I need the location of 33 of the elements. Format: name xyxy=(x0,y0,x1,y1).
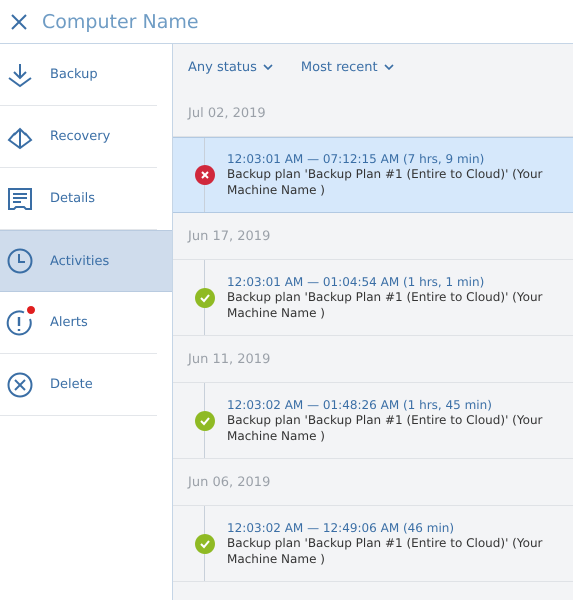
caret-icon xyxy=(262,64,273,70)
caret-icon xyxy=(384,64,394,70)
activity-time: 12:03:01 AM — 01:04:54 AM (1 hrs, 1 min) xyxy=(227,274,486,288)
sidebar-item[interactable]: Delete xyxy=(0,354,157,416)
date-header: Jun 17, 2019 xyxy=(173,213,573,260)
activity-row[interactable]: 12:03:02 AM — 01:48:26 AM (1 hrs, 45 min) Backup plan 'Backup Plan #1 (Entire to Cloud)' (Your Machine Name ) xyxy=(173,383,573,459)
activity-time: 12:03:02 AM — 01:48:26 AM (1 hrs, 45 min) xyxy=(227,398,493,412)
filter-dropdown[interactable]: Most recent xyxy=(300,60,394,74)
success-icon xyxy=(195,410,215,430)
sidebar-item[interactable]: Alerts xyxy=(0,292,157,354)
exclamation-icon xyxy=(6,308,34,336)
sidebar-item[interactable]: Activities xyxy=(0,230,172,292)
activity-row[interactable]: 12:03:01 AM — 07:12:15 AM (7 hrs, 9 min) Backup plan 'Backup Plan #1 (Entire to Cloud)' (Your Machine Name ) xyxy=(173,137,573,213)
success-icon xyxy=(195,534,215,554)
activity-row[interactable]: 12:03:01 AM — 01:04:54 AM (1 hrs, 1 min) Backup plan 'Backup Plan #1 (Entire to Cloud)' (Your Machine Name ) xyxy=(173,260,573,336)
activity-description: Backup plan 'Backup Plan #1 (Entire to Cloud)' (Your Machine Name ) xyxy=(227,166,544,198)
activity-description: Backup plan 'Backup Plan #1 (Entire to Cloud)' (Your Machine Name ) xyxy=(227,412,544,444)
activity-description: Backup plan 'Backup Plan #1 (Entire to Cloud)' (Your Machine Name ) xyxy=(227,534,544,566)
activity-description: Backup plan 'Backup Plan #1 (Entire to Cloud)' (Your Machine Name ) xyxy=(227,288,544,320)
clock-icon xyxy=(6,247,34,275)
date-header: Jun 06, 2019 xyxy=(173,459,573,506)
filter-dropdown[interactable]: Any status xyxy=(188,60,273,74)
close-circle-icon xyxy=(6,370,34,398)
sidebar-item[interactable]: Backup xyxy=(0,44,157,106)
activity-time: 12:03:01 AM — 07:12:15 AM (7 hrs, 9 min) xyxy=(227,152,486,166)
sidebar-item[interactable]: Recovery xyxy=(0,106,157,168)
success-icon xyxy=(195,288,215,308)
close-icon[interactable] xyxy=(10,12,28,30)
error-icon xyxy=(195,165,215,185)
date-header: Jun 11, 2019 xyxy=(173,336,573,383)
activity-time: 12:03:02 AM — 12:49:06 AM (46 min) xyxy=(227,520,456,534)
window-title: Computer Name xyxy=(42,10,199,32)
activity-row[interactable]: 12:03:02 AM — 12:49:06 AM (46 min) Backup plan 'Backup Plan #1 (Entire to Cloud)' (Your Machine Name ) xyxy=(173,506,573,582)
